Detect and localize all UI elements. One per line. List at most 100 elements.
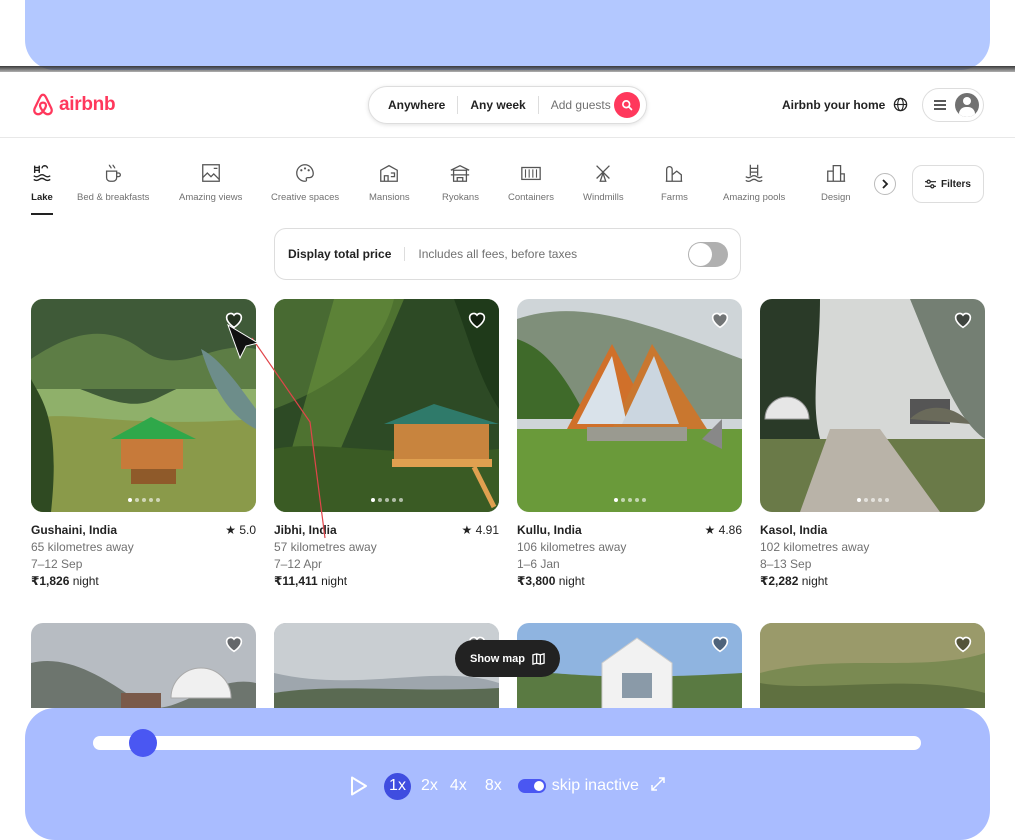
globe-icon[interactable] bbox=[893, 97, 908, 117]
search-button[interactable] bbox=[614, 92, 640, 118]
profile-menu-button[interactable] bbox=[922, 88, 984, 122]
listing-image bbox=[760, 299, 985, 512]
category-amazing-pools[interactable]: Amazing pools bbox=[723, 162, 785, 203]
category-design[interactable]: Design bbox=[821, 162, 851, 203]
category-label: Containers bbox=[508, 192, 554, 203]
page-viewport: airbnb Anywhere Any week Add guests Airb… bbox=[0, 72, 1015, 708]
listing-image bbox=[31, 623, 256, 708]
total-price-panel: Display total price Includes all fees, b… bbox=[274, 228, 741, 280]
listing-photo[interactable] bbox=[517, 299, 742, 512]
filters-label: Filters bbox=[940, 178, 971, 190]
host-link[interactable]: Airbnb your home bbox=[782, 98, 885, 112]
pool-icon bbox=[745, 164, 763, 183]
views-icon bbox=[201, 164, 220, 182]
search-location[interactable]: Anywhere bbox=[369, 96, 459, 114]
replay-controls: 1x 2x 4x 8x skip inactive bbox=[350, 772, 665, 800]
search-dates[interactable]: Any week bbox=[458, 96, 539, 114]
search-bar[interactable]: Anywhere Any week Add guests bbox=[368, 86, 647, 124]
replay-progress-thumb[interactable] bbox=[128, 729, 157, 757]
speed-8x-button[interactable]: 8x bbox=[485, 777, 502, 795]
listing-photo[interactable] bbox=[31, 623, 256, 708]
listing-card[interactable]: Kasol, India 102 kilometres away 8–13 Se… bbox=[760, 299, 985, 590]
search-guests[interactable]: Add guests bbox=[539, 98, 614, 112]
listing-image bbox=[274, 299, 499, 512]
total-price-toggle[interactable] bbox=[688, 241, 728, 267]
listing-distance: 106 kilometres away bbox=[517, 540, 627, 554]
favorite-heart-icon[interactable] bbox=[467, 311, 487, 334]
category-label: Amazing pools bbox=[723, 192, 786, 203]
chevron-right-icon bbox=[882, 179, 889, 189]
coffee-icon bbox=[106, 164, 122, 182]
listing-dates: 1–6 Jan bbox=[517, 557, 560, 571]
category-amazing-views[interactable]: Amazing views bbox=[179, 162, 242, 203]
listing-rating: ★ 5.0 bbox=[225, 523, 256, 537]
windmill-icon bbox=[596, 165, 611, 182]
play-button[interactable] bbox=[350, 772, 370, 800]
speed-2x-button[interactable]: 2x bbox=[421, 777, 438, 795]
photo-dots bbox=[760, 498, 985, 502]
show-map-button[interactable]: Show map bbox=[455, 640, 560, 677]
skip-inactive-toggle[interactable] bbox=[517, 779, 546, 793]
category-bed-breakfasts[interactable]: Bed & breakfasts bbox=[77, 162, 149, 203]
speed-1x-button[interactable]: 1x bbox=[384, 772, 411, 800]
listing-dates: 8–13 Sep bbox=[760, 557, 812, 571]
favorite-heart-icon[interactable] bbox=[224, 635, 244, 658]
listing-card[interactable] bbox=[760, 623, 985, 708]
category-label: Design bbox=[821, 192, 851, 203]
category-label: Ryokans bbox=[442, 192, 479, 203]
listing-card[interactable] bbox=[31, 623, 256, 708]
listing-photo[interactable] bbox=[274, 299, 499, 512]
listing-image bbox=[31, 299, 256, 512]
filters-button[interactable]: Filters bbox=[912, 165, 984, 203]
listing-card[interactable]: Kullu, India ★ 4.86 106 kilometres away … bbox=[517, 299, 742, 590]
photo-dots bbox=[274, 498, 499, 502]
favorite-heart-icon[interactable] bbox=[224, 311, 244, 334]
photo-dots bbox=[517, 498, 742, 502]
replay-progress-track[interactable] bbox=[93, 736, 921, 750]
fullscreen-icon[interactable] bbox=[651, 776, 665, 796]
favorite-heart-icon[interactable] bbox=[953, 311, 973, 334]
total-price-subtitle: Includes all fees, before taxes bbox=[418, 247, 578, 261]
listing-distance: 65 kilometres away bbox=[31, 540, 134, 554]
total-price-title: Display total price bbox=[288, 247, 406, 261]
airbnb-logo-icon bbox=[33, 93, 53, 116]
category-ryokans[interactable]: Ryokans bbox=[442, 162, 479, 203]
favorite-heart-icon[interactable] bbox=[710, 311, 730, 334]
show-map-label: Show map bbox=[469, 652, 525, 665]
category-containers[interactable]: Containers bbox=[508, 162, 554, 203]
category-label: Farms bbox=[661, 192, 688, 203]
category-bar: Lake Bed & breakfasts Amazing views Crea… bbox=[0, 162, 1015, 222]
airbnb-logo[interactable]: airbnb bbox=[31, 92, 116, 117]
logo-text: airbnb bbox=[59, 93, 116, 115]
listing-card[interactable]: Jibhi, India ★ 4.91 57 kilometres away 7… bbox=[274, 299, 499, 590]
category-farms[interactable]: Farms bbox=[661, 162, 688, 203]
favorite-heart-icon[interactable] bbox=[953, 635, 973, 658]
speed-4x-button[interactable]: 4x bbox=[450, 777, 467, 795]
category-windmills[interactable]: Windmills bbox=[583, 162, 624, 203]
listing-dates: 7–12 Sep bbox=[31, 557, 83, 571]
listing-photo[interactable] bbox=[760, 623, 985, 708]
category-mansions[interactable]: Mansions bbox=[369, 162, 410, 203]
search-icon bbox=[622, 100, 633, 111]
category-next-button[interactable] bbox=[874, 173, 896, 195]
play-icon bbox=[351, 776, 367, 796]
photo-dots bbox=[31, 498, 256, 502]
category-label: Amazing views bbox=[179, 192, 243, 203]
listing-location: Kasol, India bbox=[760, 523, 828, 537]
listing-rating: ★ 4.86 bbox=[704, 523, 742, 537]
category-lake[interactable]: Lake bbox=[31, 162, 53, 215]
listing-rating: ★ 4.91 bbox=[461, 523, 499, 537]
favorite-heart-icon[interactable] bbox=[710, 635, 730, 658]
palette-icon bbox=[296, 164, 314, 182]
listing-card[interactable]: Gushaini, India ★ 5.0 65 kilometres away… bbox=[31, 299, 256, 590]
map-icon bbox=[532, 652, 545, 665]
category-creative-spaces[interactable]: Creative spaces bbox=[271, 162, 339, 203]
hamburger-icon bbox=[934, 100, 946, 110]
listing-photo[interactable] bbox=[31, 299, 256, 512]
category-label: Lake bbox=[31, 192, 53, 203]
listing-photo[interactable] bbox=[760, 299, 985, 512]
lake-icon bbox=[33, 165, 51, 182]
listing-location: Gushaini, India bbox=[31, 523, 118, 537]
category-label: Windmills bbox=[583, 192, 624, 203]
listing-distance: 102 kilometres away bbox=[760, 540, 870, 554]
